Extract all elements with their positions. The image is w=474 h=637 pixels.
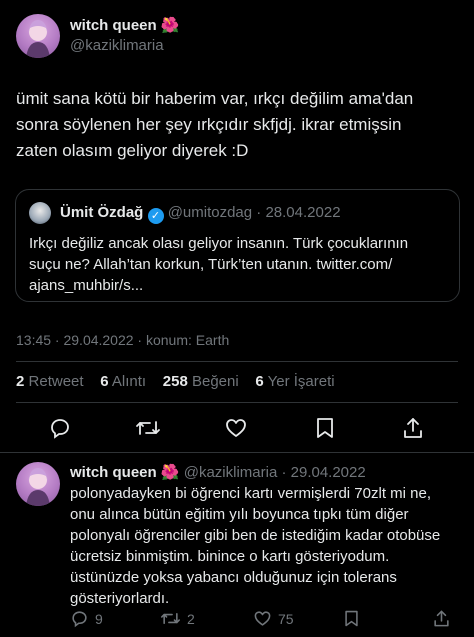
reply-date[interactable]: · 29.04.2022 xyxy=(281,464,365,481)
reply-text-line: polonyalı öğrenciler gibi ben de istediğ… xyxy=(70,527,441,544)
quoted-author-name: Ümit Özdağ xyxy=(60,204,144,221)
divider xyxy=(0,452,474,453)
author-handle[interactable]: @kaziklimaria xyxy=(70,37,164,54)
quoted-header: Ümit Özdağ ✓ @umitozdag · 28.04.2022 xyxy=(60,204,341,224)
quoted-tweet[interactable]: Ümit Özdağ ✓ @umitozdag · 28.04.2022 Irk… xyxy=(15,189,460,302)
quoted-text-line: suçu ne? Allah’tan korkun, Türk’ten utan… xyxy=(29,256,393,273)
retweet-icon[interactable] xyxy=(135,416,161,440)
tweet-text-line: ümit sana kötü bir haberim var, ırkçı de… xyxy=(16,89,414,108)
retweets-stat[interactable]: 2 Retweet xyxy=(16,373,84,390)
reply-text-line: üstünüzde yoksa yabancı olduğunuz için t… xyxy=(70,569,397,586)
quoted-body: Irkçı değiliz ancak olası geliyor insanı… xyxy=(29,233,449,296)
quotes-stat[interactable]: 6 Alıntı xyxy=(100,373,146,390)
author-name-row[interactable]: witch queen 🌺 xyxy=(70,16,180,34)
quoted-author-avatar xyxy=(29,202,51,224)
quoted-text-line: Irkçı değiliz ancak olası geliyor insanı… xyxy=(29,235,409,252)
like-count: 75 xyxy=(278,610,294,627)
reply-count: 9 xyxy=(95,610,103,627)
likes-stat[interactable]: 258 Beğeni xyxy=(163,373,239,390)
bookmarks-stat[interactable]: 6 Yer İşareti xyxy=(255,373,334,390)
reply-text-line: gösteriyorlardı. xyxy=(70,590,170,607)
reply-text-line: ücretsiz binmiştim. binince o kartı göst… xyxy=(70,548,390,565)
tweet-timestamp[interactable]: 13:45 · 29.04.2022 · konum: Earth xyxy=(16,332,229,348)
tweet-text-line: sonra söylenen her şey ırkçıdır skfjdj. … xyxy=(16,115,402,134)
reply-author-name[interactable]: witch queen xyxy=(70,464,157,481)
heart-icon[interactable] xyxy=(224,416,248,440)
retweet-icon xyxy=(160,609,181,628)
reply-text-line: onu alınca bütün eğitim yılı boyunca tıp… xyxy=(70,506,409,523)
reply-retweet-button[interactable]: 2 xyxy=(160,609,195,628)
hibiscus-icon: 🌺 xyxy=(160,464,180,481)
share-icon[interactable] xyxy=(401,416,425,440)
quoted-text-line: ajans_muhbir/s... xyxy=(29,277,144,294)
heart-icon xyxy=(253,609,272,628)
reply-author-handle[interactable]: @kaziklimaria xyxy=(184,464,278,481)
reply-body: polonyadayken bi öğrenci kartı vermişler… xyxy=(70,483,466,609)
reply-icon[interactable] xyxy=(48,416,72,440)
author-avatar[interactable] xyxy=(16,14,60,58)
bookmark-icon[interactable] xyxy=(343,609,360,628)
reply-like-button[interactable]: 75 xyxy=(253,609,294,628)
stats-row: 2 Retweet 6 Alıntı 258 Beğeni 6 Yer İşar… xyxy=(16,373,335,390)
quoted-date: · 28.04.2022 xyxy=(256,204,341,221)
share-icon[interactable] xyxy=(432,609,451,628)
reply-text-line: polonyadayken bi öğrenci kartı vermişler… xyxy=(70,485,432,502)
divider xyxy=(16,361,458,362)
quoted-author-handle: @umitozdag xyxy=(167,204,253,221)
reply-header: witch queen 🌺 @kaziklimaria · 29.04.2022 xyxy=(70,463,366,481)
hibiscus-icon: 🌺 xyxy=(160,17,180,34)
verified-badge-icon: ✓ xyxy=(147,208,164,224)
reply-reply-button[interactable]: 9 xyxy=(70,609,103,628)
reply-icon xyxy=(70,609,89,628)
tweet-body: ümit sana kötü bir haberim var, ırkçı de… xyxy=(16,86,462,164)
reply-author-avatar[interactable] xyxy=(16,462,60,506)
avatar-illustration xyxy=(26,468,50,506)
retweet-count: 2 xyxy=(187,610,195,627)
author-name: witch queen xyxy=(70,17,157,34)
avatar-illustration xyxy=(26,20,50,58)
bookmark-icon[interactable] xyxy=(314,416,336,440)
tweet-text-line: zaten olasım geliyor diyerek :D xyxy=(16,141,249,160)
divider xyxy=(16,402,458,403)
